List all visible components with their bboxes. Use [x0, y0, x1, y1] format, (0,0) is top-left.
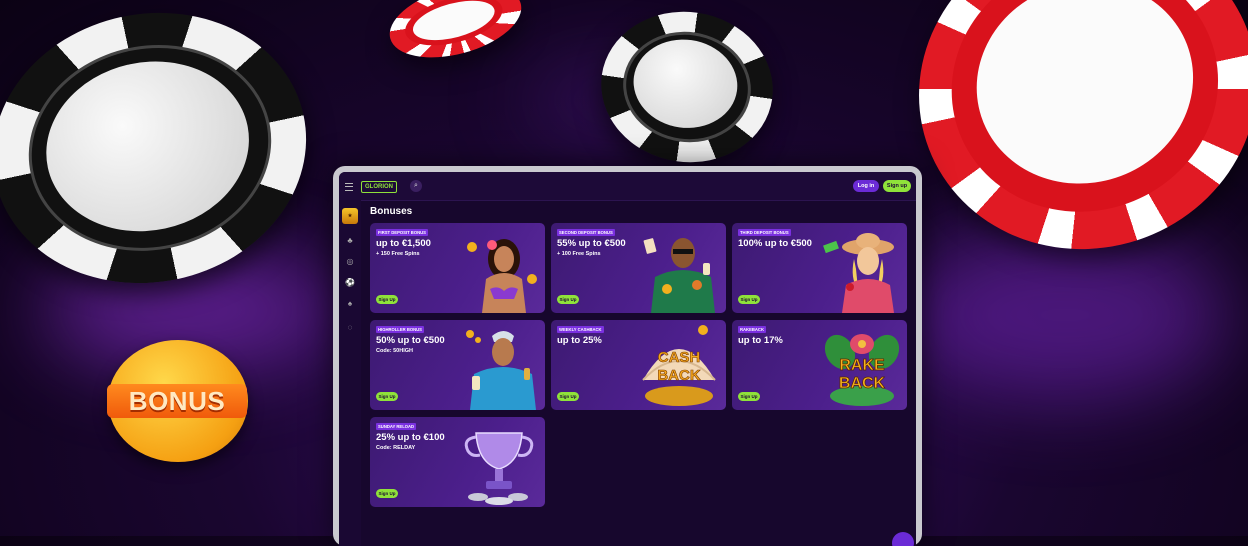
sidebar-games-icon[interactable]: ♠	[345, 299, 355, 309]
hamburger-menu-icon[interactable]	[345, 183, 353, 191]
bonus-card[interactable]: RAKEBACK up to 17% Sign Up RAKE BACK	[732, 320, 907, 410]
bonus-card[interactable]: FIRST DEPOSIT BONUS up to €1,500 + 150 F…	[370, 223, 545, 313]
bonus-subline: Code: 50HIGH	[376, 348, 413, 354]
signup-button[interactable]: Sign Up	[557, 295, 579, 304]
promo-sidebar-icon[interactable]: ★	[342, 208, 358, 224]
bonus-card[interactable]: SECOND DEPOSIT BONUS 55% up to €500 + 10…	[551, 223, 726, 313]
page-title: Bonuses	[370, 206, 413, 217]
bonus-tag: SUNDAY RELOAD	[376, 423, 417, 430]
bonus-tag: THIRD DEPOSIT BONUS	[738, 229, 791, 236]
bonus-subline: + 150 Free Spins	[376, 251, 420, 257]
sidebar-casino-icon[interactable]: ♣	[345, 236, 355, 246]
sidebar: ★ ♣ ◎ ⚽ ♠ ◌	[339, 200, 361, 546]
signup-button[interactable]: Sign Up	[738, 295, 760, 304]
bonus-subline: + 100 Free Spins	[557, 251, 601, 257]
bonus-headline: 55% up to €500	[557, 238, 626, 249]
poker-chip-icon	[381, 0, 530, 71]
bonus-coin-icon: BONUS	[107, 340, 248, 462]
bonus-tag: FIRST DEPOSIT BONUS	[376, 229, 428, 236]
bonus-tag: WEEKLY CASHBACK	[557, 326, 604, 333]
bonus-headline: 50% up to €500	[376, 335, 445, 346]
signup-button[interactable]: Sign up	[883, 180, 911, 192]
svg-text:BACK: BACK	[839, 375, 886, 392]
man-with-drink-icon	[466, 330, 536, 410]
rake-back-icon: RAKE BACK	[824, 334, 900, 406]
signup-button[interactable]: Sign Up	[376, 295, 398, 304]
bonus-badge-label: BONUS	[107, 384, 247, 418]
svg-text:CASH: CASH	[658, 349, 701, 366]
bonus-tag: SECOND DEPOSIT BONUS	[557, 229, 615, 236]
bonus-card[interactable]: THIRD DEPOSIT BONUS 100% up to €500 Sign…	[732, 223, 907, 313]
bonus-headline: 100% up to €500	[738, 238, 812, 249]
bonus-card[interactable]: HIGHROLLER BONUS 50% up to €500 Code: 50…	[370, 320, 545, 410]
bonus-headline: up to 17%	[738, 335, 783, 346]
man-with-cards-icon	[643, 238, 715, 313]
signup-button[interactable]: Sign Up	[376, 392, 398, 401]
bonus-tag: RAKEBACK	[738, 326, 766, 333]
signup-button[interactable]: Sign Up	[557, 392, 579, 401]
poker-chip-icon	[591, 0, 783, 174]
svg-text:BACK: BACK	[657, 367, 700, 384]
bonus-headline: up to €1,500	[376, 238, 431, 249]
bonus-headline: up to 25%	[557, 335, 602, 346]
site-logo[interactable]: GLORION	[361, 181, 397, 193]
purple-glow	[900, 230, 1230, 400]
bonus-subline: Code: RELDAY	[376, 445, 416, 451]
chat-button[interactable]	[892, 532, 914, 546]
login-button[interactable]: Log in	[853, 180, 879, 192]
trophy-icon	[464, 432, 534, 505]
svg-text:RAKE: RAKE	[839, 357, 885, 374]
woman-with-hat-icon	[823, 233, 894, 313]
sidebar-live-icon[interactable]: ◎	[345, 257, 355, 267]
signup-button[interactable]: Sign Up	[376, 489, 398, 498]
signup-button[interactable]: Sign Up	[738, 392, 760, 401]
sidebar-support-icon[interactable]: ◌	[345, 323, 355, 333]
laptop-screen: GLORION ⌕ Log in Sign up ★ ♣ ◎ ⚽ ♠ ◌ Bon…	[339, 172, 916, 546]
laptop-frame: GLORION ⌕ Log in Sign up ★ ♣ ◎ ⚽ ♠ ◌ Bon…	[333, 166, 922, 546]
bonus-card[interactable]: SUNDAY RELOAD 25% up to €100 Code: RELDA…	[370, 417, 545, 507]
sidebar-sports-icon[interactable]: ⚽	[345, 278, 355, 288]
bonus-headline: 25% up to €100	[376, 432, 445, 443]
site-header: GLORION ⌕ Log in Sign up	[339, 172, 916, 201]
woman-with-flower-icon	[467, 239, 537, 313]
bonus-tag: HIGHROLLER BONUS	[376, 326, 424, 333]
search-button[interactable]: ⌕	[410, 180, 422, 192]
bonus-card[interactable]: WEEKLY CASHBACK up to 25% Sign Up CASH B…	[551, 320, 726, 410]
cash-back-icon: CASH BACK	[642, 325, 716, 406]
